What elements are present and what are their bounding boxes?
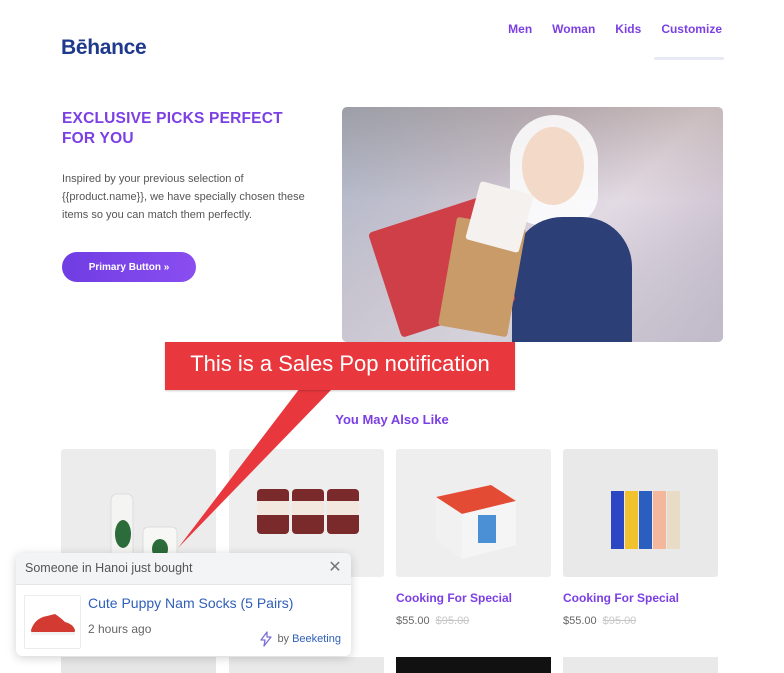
main-nav: Men Woman Kids Customize (508, 22, 722, 36)
old-price: $95.00 (435, 615, 470, 627)
price: $55.00 (563, 615, 597, 627)
section-title: You May Also Like (335, 412, 449, 427)
hero-person-head (522, 127, 584, 205)
price: $55.00 (396, 615, 430, 627)
notification-header: Someone in Hanoi just bought ✕ (16, 553, 351, 585)
primary-button[interactable]: Primary Button » (62, 252, 196, 282)
bottles-image (611, 491, 680, 549)
product-image[interactable] (563, 449, 718, 577)
behance-logo[interactable]: Bēhance (61, 36, 147, 60)
product-thumbnail[interactable] (24, 595, 81, 649)
price-row: $55.00 $95.00 (396, 615, 551, 627)
hero-title: EXCLUSIVE PICKS PERFECT FOR YOU (62, 110, 283, 147)
notification-time: 2 hours ago (88, 622, 152, 636)
close-icon[interactable]: ✕ (327, 560, 343, 576)
old-price: $95.00 (602, 615, 637, 627)
price-row: $55.00 $95.00 (563, 615, 718, 627)
notification-product-link[interactable]: Cute Puppy Nam Socks (5 Pairs) (88, 595, 293, 611)
product-image[interactable] (229, 657, 384, 673)
powered-by: by Beeketing (258, 631, 341, 647)
hero-person-body (512, 217, 632, 342)
nav-customize[interactable]: Customize (661, 22, 722, 36)
product-name[interactable]: Cooking For Special (563, 591, 718, 605)
hero-description: Inspired by your previous selection of {… (62, 173, 305, 221)
product-card[interactable]: Cooking For Special $55.00 $95.00 (396, 449, 551, 627)
product-image[interactable] (396, 657, 551, 673)
nav-kids[interactable]: Kids (615, 22, 641, 36)
shoe-icon (31, 614, 75, 635)
product-image[interactable] (563, 657, 718, 673)
nav-woman[interactable]: Woman (552, 22, 595, 36)
hero-shopping-image (342, 107, 723, 342)
by-label: by (277, 633, 290, 645)
box-image (436, 485, 516, 559)
product-image[interactable] (396, 449, 551, 577)
product-image[interactable] (61, 657, 216, 673)
callout-label: This is a Sales Pop notification (165, 342, 515, 390)
nav-men[interactable]: Men (508, 22, 532, 36)
product-card[interactable]: Cooking For Special $55.00 $95.00 (563, 449, 718, 627)
nav-active-underline (654, 57, 724, 60)
sales-pop-notification[interactable]: Someone in Hanoi just bought ✕ Cute Pupp… (16, 553, 351, 656)
lightning-icon (260, 631, 273, 647)
product-name[interactable]: Cooking For Special (396, 591, 551, 605)
notification-header-text: Someone in Hanoi just bought (25, 561, 193, 575)
beeketing-link[interactable]: Beeketing (292, 633, 341, 645)
